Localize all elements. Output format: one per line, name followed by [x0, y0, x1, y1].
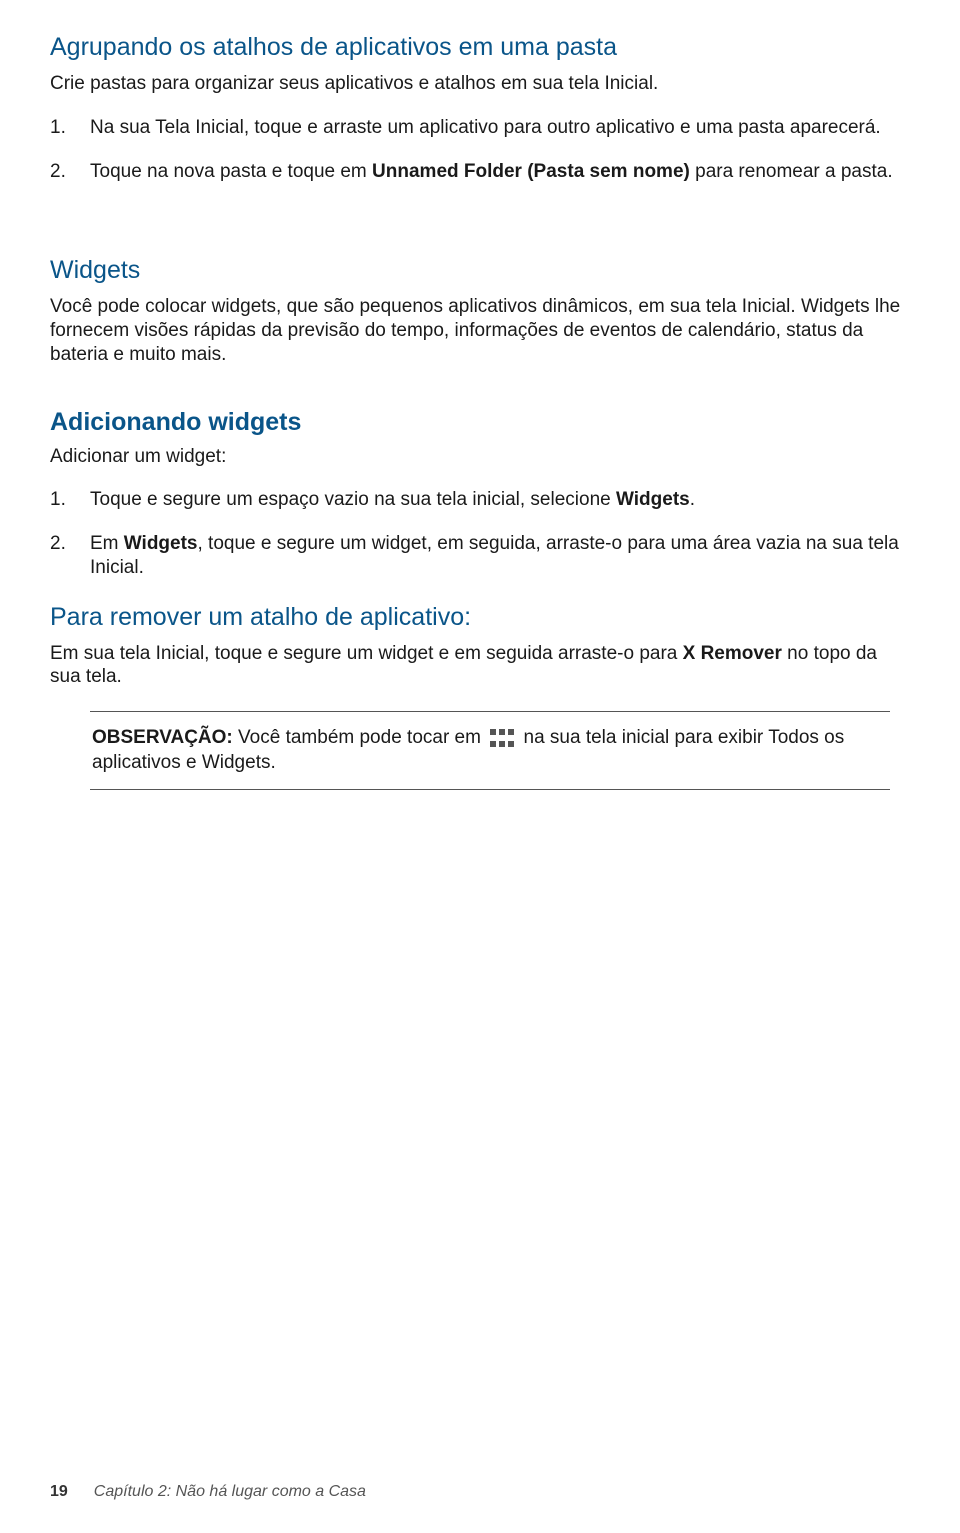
- step-text: Toque na nova pasta e toque em: [90, 161, 372, 182]
- list-item: Toque na nova pasta e toque em Unnamed F…: [50, 160, 910, 184]
- all-apps-icon: [490, 729, 514, 747]
- steps-adding-widgets: Toque e segure um espaço vazio na sua te…: [50, 488, 910, 579]
- chapter-title: Capítulo 2: Não há lugar como a Casa: [94, 1483, 366, 1500]
- list-item: Em Widgets, toque e segure um widget, em…: [50, 532, 910, 580]
- page-footer: 19 Capítulo 2: Não há lugar como a Casa: [50, 1483, 366, 1501]
- step-text: Em: [90, 533, 124, 554]
- body-remove-shortcut: Em sua tela Inicial, toque e segure um w…: [50, 642, 910, 690]
- heading-adding-widgets: Adicionando widgets: [50, 407, 910, 437]
- bold-text: Unnamed Folder (Pasta sem nome): [372, 161, 690, 182]
- page-number: 19: [50, 1483, 68, 1500]
- note-box: OBSERVAÇÃO: Você também pode tocar em na…: [90, 711, 890, 790]
- body-widgets: Você pode colocar widgets, que são peque…: [50, 295, 910, 366]
- heading-widgets: Widgets: [50, 255, 910, 285]
- step-text: .: [690, 489, 695, 510]
- step-text: , toque e segure um widget, em seguida, …: [90, 533, 899, 578]
- step-text: Na sua Tela Inicial, toque e arraste um …: [90, 117, 881, 138]
- list-item: Na sua Tela Inicial, toque e arraste um …: [50, 116, 910, 140]
- intro-grouping: Crie pastas para organizar seus aplicati…: [50, 72, 910, 96]
- step-text: para renomear a pasta.: [690, 161, 893, 182]
- steps-grouping: Na sua Tela Inicial, toque e arraste um …: [50, 116, 910, 184]
- heading-grouping-shortcuts: Agrupando os atalhos de aplicativos em u…: [50, 32, 910, 62]
- bold-text: X Remover: [683, 643, 782, 664]
- step-text: Toque e segure um espaço vazio na sua te…: [90, 489, 616, 510]
- note-text: Você também pode tocar em: [233, 727, 486, 748]
- intro-adding-widgets: Adicionar um widget:: [50, 445, 910, 469]
- bold-text: Widgets: [616, 489, 690, 510]
- heading-remove-shortcut: Para remover um atalho de aplicativo:: [50, 602, 910, 632]
- page-content: Agrupando os atalhos de aplicativos em u…: [0, 0, 960, 790]
- body-text: Em sua tela Inicial, toque e segure um w…: [50, 643, 683, 664]
- note-label: OBSERVAÇÃO:: [92, 727, 233, 748]
- bold-text: Widgets: [124, 533, 198, 554]
- list-item: Toque e segure um espaço vazio na sua te…: [50, 488, 910, 512]
